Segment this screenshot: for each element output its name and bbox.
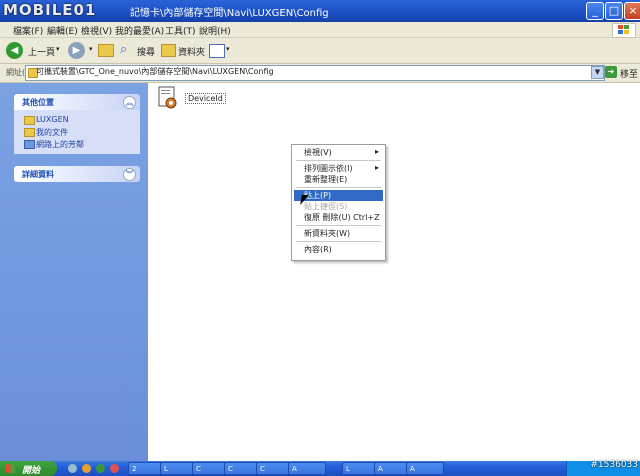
menu-item-label: 內容(R) (304, 245, 332, 254)
submenu-arrow-icon: ▸ (374, 147, 379, 156)
quicklaunch-icon[interactable] (96, 464, 105, 473)
menu-item-label: 排列圖示依(I) (304, 164, 353, 173)
expand-icon[interactable]: ︾ (123, 168, 136, 181)
windows-logo-icon (6, 464, 15, 473)
forward-arrow-icon: ▶ (68, 42, 85, 59)
config-file-icon (158, 86, 177, 109)
menu-item-arrange-icons[interactable]: 排列圖示依(I) ▸ (294, 163, 383, 174)
minimize-button[interactable]: _ (586, 2, 604, 20)
chevron-down-icon: ▾ (56, 45, 60, 53)
toolbar: ◀ 上一頁 ▾ ▶ ▾ ⌕ 搜尋 資料夾 ▾ (0, 38, 640, 64)
network-icon (24, 140, 35, 149)
back-button[interactable]: ◀ 上一頁 ▾ (6, 41, 64, 60)
menu-file[interactable]: 檔案(F) (13, 24, 43, 37)
details-header[interactable]: 詳細資料 ︾ (14, 166, 140, 182)
other-places-body: LUXGEN 我的文件 網路上的芳鄰 (14, 110, 140, 154)
file-name[interactable]: DeviceId (185, 93, 226, 104)
menu-item-label: 重新整理(E) (304, 175, 348, 184)
menu-favorites[interactable]: 我的最愛(A) (115, 24, 164, 37)
search-button[interactable]: ⌕ 搜尋 (120, 41, 162, 60)
views-icon (209, 44, 225, 58)
folder-icon (24, 116, 35, 125)
search-label: 搜尋 (137, 48, 156, 58)
other-places-title: 其他位置 (22, 98, 54, 107)
go-arrow-icon[interactable]: ➜ (605, 66, 617, 78)
maximize-button[interactable]: □ (605, 2, 623, 20)
menu-item-label: 檢視(V) (304, 148, 332, 157)
address-bar: 網址(D) 可攜式裝置\GTC_One_nuvo\內部儲存空間\Navi\LUX… (0, 64, 640, 83)
watermark-id: #1536033 (590, 460, 638, 470)
taskbar: 開始 2 L C C C A L A A (0, 461, 640, 476)
file-item[interactable] (156, 86, 178, 110)
menu-item-properties[interactable]: 內容(R) (294, 244, 383, 255)
menu-tools[interactable]: 工具(T) (165, 24, 196, 37)
windows-logo-icon (612, 23, 636, 38)
chevron-down-icon: ▾ (226, 45, 230, 53)
watermark-logo: MOBILE01 (3, 1, 97, 19)
menu-item-new-folder[interactable]: 新資料夾(W) (294, 228, 383, 239)
address-dropdown-icon[interactable]: ▼ (591, 66, 604, 79)
start-button[interactable]: 開始 (0, 461, 57, 476)
menu-separator (296, 160, 381, 161)
details-title: 詳細資料 (22, 170, 54, 179)
menu-item-label: 新資料夾(W) (304, 229, 351, 238)
address-text: 可攜式裝置\GTC_One_nuvo\內部儲存空間\Navi\LUXGEN\Co… (36, 67, 274, 76)
menu-separator (296, 225, 381, 226)
menu-item-view[interactable]: 檢視(V) ▸ (294, 147, 383, 158)
menu-item-label: 貼上捷徑(S) (304, 202, 348, 211)
link-luxgen-label: LUXGEN (36, 115, 69, 124)
start-label: 開始 (22, 466, 41, 476)
back-label: 上一頁 (28, 48, 56, 58)
quicklaunch-icon[interactable] (82, 464, 91, 473)
link-network-places-label: 網路上的芳鄰 (36, 140, 84, 149)
menu-separator (296, 187, 381, 188)
taskbar-task[interactable]: A (288, 462, 326, 475)
menu-item-label: 復原 刪除(U) Ctrl+Z (304, 213, 380, 222)
submenu-arrow-icon: ▸ (374, 163, 379, 172)
menu-bar: 檔案(F) 編輯(E) 檢視(V) 我的最愛(A) 工具(T) 說明(H) (0, 22, 640, 38)
taskbar-task[interactable]: A (406, 462, 444, 475)
menu-edit[interactable]: 編輯(E) (47, 24, 78, 37)
forward-button[interactable]: ▶ ▾ (68, 41, 98, 60)
chevron-down-icon: ▾ (89, 45, 93, 53)
window-title: 記憶卡\內部儲存空間\Navi\LUXGEN\Config (130, 8, 329, 19)
quicklaunch-icon[interactable] (68, 464, 77, 473)
quicklaunch-icon[interactable] (110, 464, 119, 473)
go-button[interactable]: 移至 (620, 67, 638, 80)
task-pane: 其他位置 ︽ LUXGEN 我的文件 網路上的芳鄰 詳細資料 ︾ (0, 83, 148, 461)
other-places-header[interactable]: 其他位置 ︽ (14, 94, 140, 110)
back-arrow-icon: ◀ (6, 42, 23, 59)
menu-item-undo-delete[interactable]: 復原 刪除(U) Ctrl+Z (294, 212, 383, 223)
menu-item-refresh[interactable]: 重新整理(E) (294, 174, 383, 185)
folders-icon (161, 44, 176, 57)
collapse-icon[interactable]: ︽ (123, 96, 136, 109)
title-bar[interactable]: MOBILE01 記憶卡\內部儲存空間\Navi\LUXGEN\Config _… (0, 0, 640, 22)
menu-view[interactable]: 檢視(V) (81, 24, 112, 37)
folders-button[interactable]: 資料夾 (161, 41, 205, 60)
folder-up-icon (98, 44, 114, 57)
link-my-documents-label: 我的文件 (36, 128, 68, 137)
menu-help[interactable]: 說明(H) (199, 24, 231, 37)
folder-icon (24, 128, 35, 137)
explorer-window: MOBILE01 記憶卡\內部儲存空間\Navi\LUXGEN\Config _… (0, 0, 640, 476)
close-button[interactable]: × (624, 2, 640, 20)
up-folder-button[interactable] (98, 41, 114, 60)
folders-label: 資料夾 (178, 48, 206, 58)
search-icon: ⌕ (120, 42, 128, 57)
menu-separator (296, 241, 381, 242)
views-button[interactable]: ▾ (209, 41, 233, 60)
file-list[interactable]: DeviceId (148, 83, 640, 461)
